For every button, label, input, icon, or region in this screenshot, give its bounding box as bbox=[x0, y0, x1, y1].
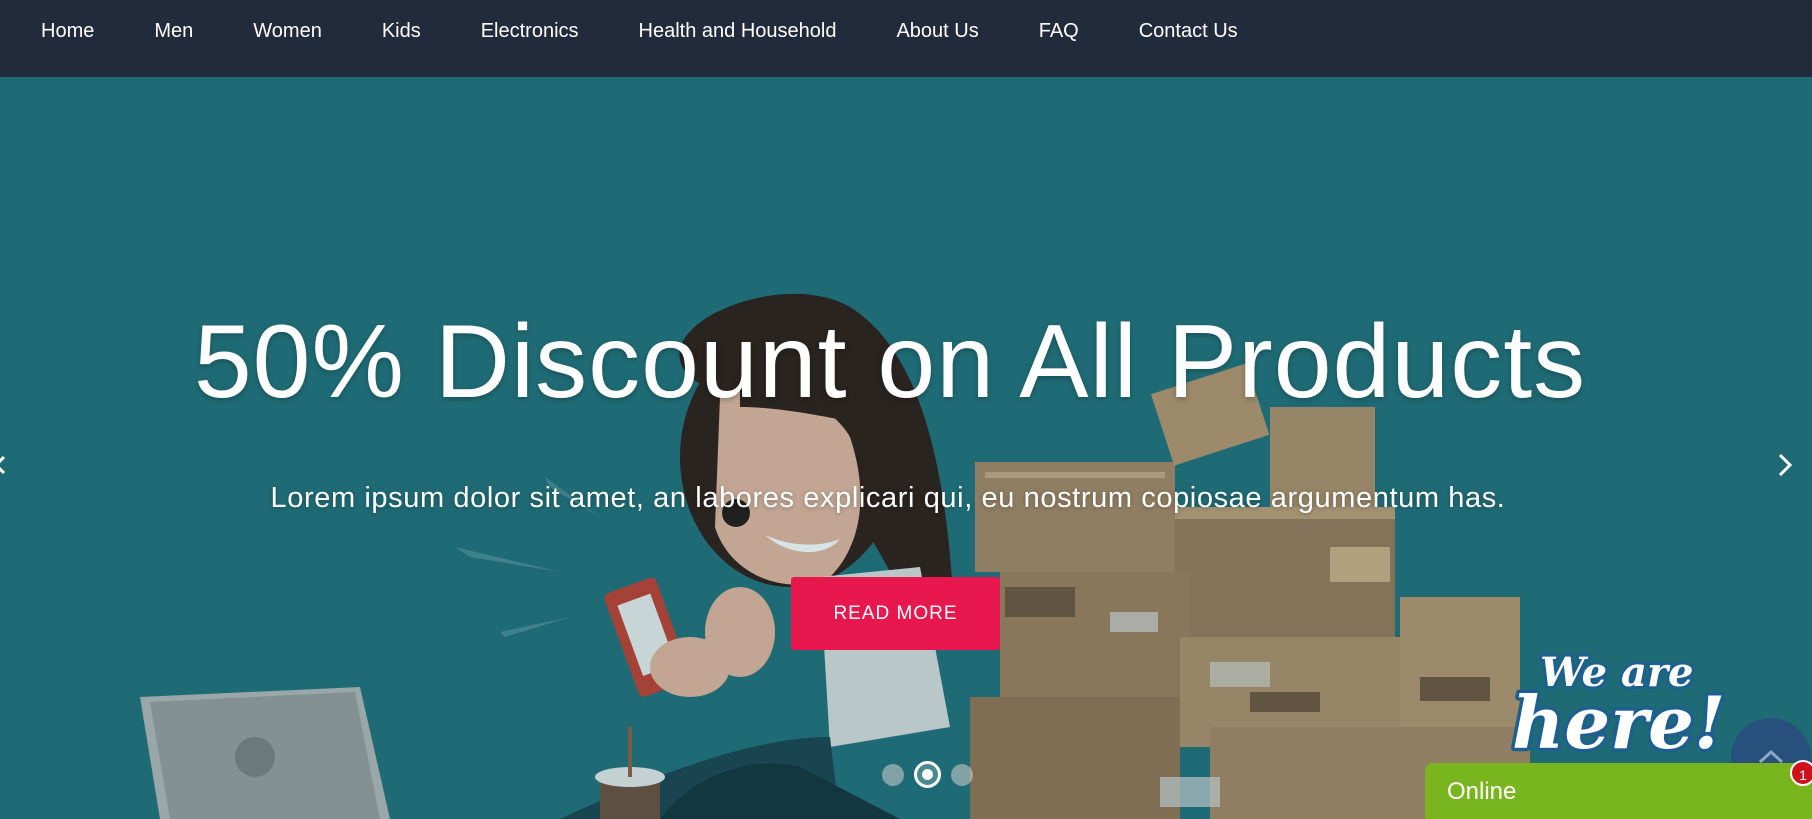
we-are-here-banner: We are here! bbox=[1509, 650, 1725, 760]
chat-status-label: Online bbox=[1447, 778, 1517, 805]
slider-dot-3[interactable] bbox=[951, 763, 973, 786]
hero-title: 50% Discount on All Products bbox=[193, 304, 1587, 420]
nav-link-about-us[interactable]: About Us bbox=[896, 20, 978, 43]
chevron-left-icon bbox=[0, 455, 6, 475]
chevron-right-icon bbox=[1778, 453, 1793, 477]
nav-link-faq[interactable]: FAQ bbox=[1039, 20, 1079, 43]
read-more-button[interactable]: READ MORE bbox=[791, 577, 1000, 650]
svg-text:here!: here! bbox=[1512, 680, 1724, 760]
live-chat-bar[interactable]: Online bbox=[1425, 763, 1812, 819]
hero-subtitle: Lorem ipsum dolor sit amet, an labores e… bbox=[270, 482, 1506, 514]
nav-link-women[interactable]: Women bbox=[253, 20, 322, 43]
slider-dots bbox=[882, 761, 983, 788]
slider-dot-2-active[interactable] bbox=[914, 761, 941, 788]
top-navigation: Home Men Women Kids Electronics Health a… bbox=[0, 0, 1812, 77]
nav-link-men[interactable]: Men bbox=[154, 20, 193, 43]
nav-link-kids[interactable]: Kids bbox=[382, 20, 421, 43]
slider-prev-arrow[interactable] bbox=[0, 445, 6, 485]
nav-link-health-household[interactable]: Health and Household bbox=[639, 20, 837, 43]
nav-link-electronics[interactable]: Electronics bbox=[481, 20, 579, 43]
nav-link-home[interactable]: Home bbox=[41, 20, 94, 43]
nav-link-contact-us[interactable]: Contact Us bbox=[1139, 20, 1238, 43]
chat-unread-badge: 1 bbox=[1790, 760, 1812, 786]
slider-dot-1[interactable] bbox=[882, 763, 904, 786]
slider-next-arrow[interactable] bbox=[1770, 445, 1798, 485]
